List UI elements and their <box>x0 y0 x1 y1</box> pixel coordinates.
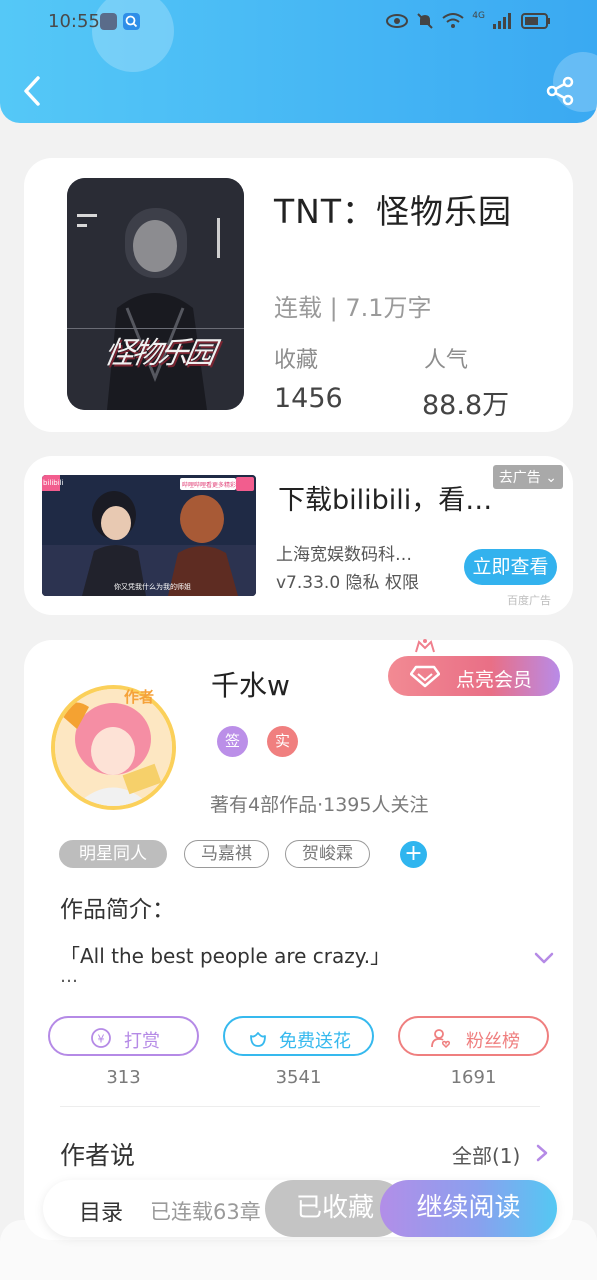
remove-ad-button[interactable]: 去广告 ⌄ <box>492 465 563 489</box>
favorites-label: 收藏 <box>274 348 319 373</box>
ad-image-banner: 哔哩哔哩看更多精彩 <box>182 482 237 489</box>
search-app-icon <box>123 13 140 30</box>
popularity-value: 88.8万 <box>422 390 510 421</box>
book-cover-image[interactable]: 怪物乐园 <box>67 178 244 410</box>
book-title: TNT：怪物乐园 <box>274 192 513 231</box>
author-says-label: 作者说 <box>60 1141 136 1170</box>
status-bar: 10:55 4G <box>0 0 597 46</box>
top-header: 10:55 4G <box>0 0 597 123</box>
book-info-card: 怪物乐园 TNT：怪物乐园 连载 | 7.1万字 收藏 1456 人气 88.8… <box>24 158 573 432</box>
yen-coin-icon: ¥ <box>91 1028 111 1048</box>
battery-icon <box>521 13 550 29</box>
notification-app-icon <box>100 13 117 30</box>
chapter-count[interactable]: 已连载63章 <box>150 1196 261 1226</box>
section-divider <box>60 1106 540 1107</box>
network-type: 4G <box>472 11 485 21</box>
ad-description: 上海宽娱数码科… v7.33.0 隐私 权限 <box>276 541 419 597</box>
expand-chevron-icon[interactable] <box>533 950 555 966</box>
author-name[interactable]: 千水w <box>211 664 290 704</box>
tip-label: 打赏 <box>124 1031 160 1052</box>
intro-label: 作品简介： <box>60 897 175 923</box>
ad-version-info: v7.33.0 隐私 权限 <box>276 573 419 593</box>
user-heart-icon <box>431 1029 451 1049</box>
signal-icon <box>493 13 511 29</box>
author-says-all-link[interactable]: 全部(1) <box>452 1140 520 1169</box>
ad-image-logo: bilibili <box>43 479 64 487</box>
tip-button[interactable]: ¥ 打赏 <box>48 1016 199 1056</box>
diamond-icon <box>410 665 440 688</box>
favorites-value: 1456 <box>274 383 343 414</box>
send-flower-button[interactable]: 免费送花 <box>223 1016 374 1056</box>
status-icons: 4G <box>386 11 551 30</box>
activate-vip-button[interactable]: 点亮会员 <box>388 639 560 696</box>
ad-image[interactable]: bilibili 哔哩哔哩看更多精彩 你又凭我什么为我的师姐 <box>42 475 256 596</box>
author-meta: 著有4部作品·1395人关注 <box>210 794 429 816</box>
mute-bell-icon <box>417 13 434 29</box>
author-card: 作者 千水w 点亮会员 签 实 著有4部作品·1395人关注 明星同人 马嘉祺 … <box>24 639 573 1240</box>
fan-count: 1691 <box>450 1067 497 1088</box>
share-icon[interactable] <box>545 76 575 106</box>
fan-ranking-button[interactable]: 粉丝榜 <box>398 1016 549 1056</box>
tag-item[interactable]: 马嘉祺 <box>184 840 269 868</box>
ad-image-subtitle: 你又凭我什么为我的师姐 <box>114 583 191 591</box>
status-time: 10:55 <box>48 11 100 32</box>
flower-icon <box>250 1032 266 1047</box>
svg-text:¥: ¥ <box>98 1033 105 1046</box>
book-status: 连载 | 7.1万字 <box>274 294 432 322</box>
ad-source-tag: 百度广告 <box>507 594 551 607</box>
intro-text: 「All the best people are crazy.」 <box>60 944 391 968</box>
chevron-right-icon[interactable] <box>535 1143 549 1163</box>
ad-title[interactable]: 下载bilibili，看… <box>278 478 492 517</box>
eye-icon <box>386 14 409 28</box>
bottom-action-bar: 目录 已连载63章 已收藏 继续阅读 <box>43 1180 557 1237</box>
tag-item[interactable]: 明星同人 <box>59 840 167 868</box>
intro-ellipsis: … <box>60 966 78 987</box>
fan-ranking-label: 粉丝榜 <box>466 1031 520 1052</box>
add-tag-button[interactable]: + <box>400 841 427 868</box>
back-arrow-icon[interactable] <box>20 74 46 108</box>
vip-button-label: 点亮会员 <box>456 669 533 691</box>
remove-ad-label: 去广告 <box>498 470 541 486</box>
ad-company: 上海宽娱数码科… <box>276 545 412 565</box>
ad-card[interactable]: bilibili 哔哩哔哩看更多精彩 你又凭我什么为我的师姐 下载bilibil… <box>24 456 573 615</box>
tip-count: 313 <box>106 1067 141 1088</box>
popularity-label: 人气 <box>424 348 469 373</box>
toc-button[interactable]: 目录 <box>79 1195 123 1227</box>
tag-item[interactable]: 贺峻霖 <box>285 840 370 868</box>
wifi-icon <box>442 13 464 28</box>
cover-art-title: 怪物乐园 <box>101 336 216 371</box>
signed-badge: 签 <box>217 726 248 757</box>
verified-badge: 实 <box>267 726 298 757</box>
send-flower-label: 免费送花 <box>279 1031 351 1052</box>
author-avatar[interactable] <box>51 685 176 810</box>
author-role-tag: 作者 <box>124 688 155 706</box>
crown-icon <box>415 639 435 653</box>
ad-view-button[interactable]: 立即查看 <box>464 549 557 585</box>
flower-count: 3541 <box>275 1067 322 1088</box>
continue-reading-button[interactable]: 继续阅读 <box>380 1180 557 1237</box>
